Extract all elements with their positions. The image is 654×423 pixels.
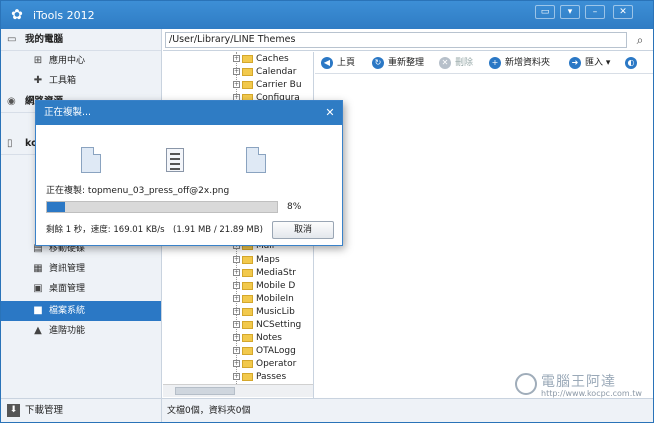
file-toolbar: ◀ 上頁 ↻ 重新整理 ✕ 刪除 + 新增資料夾 ➜ 匯入 ▾ ◐: [315, 52, 653, 74]
app-title: iTools 2012: [33, 9, 95, 22]
menu-button[interactable]: ▾: [560, 5, 580, 19]
copying-filename: topmenu_03_press_off@2x.png: [87, 186, 230, 196]
sidebar-item-info-mgmt[interactable]: ▦ 資訊管理: [1, 259, 161, 279]
source-file-icon: [81, 147, 101, 173]
tree-item[interactable]: + MusicLib: [233, 306, 313, 319]
download-icon: ⬇: [7, 404, 20, 417]
sidebar-group-mypc[interactable]: ▭ 我的電腦: [1, 29, 161, 51]
refresh-button[interactable]: ↻ 重新整理: [372, 56, 424, 70]
sidebar-item-desktop-mgmt[interactable]: ▣ 桌面管理: [1, 279, 161, 299]
tree-item[interactable]: + Caches: [233, 53, 313, 66]
transfer-info: 剩餘 1 秒，速度: 169.01 KB/s (1.91 MB / 21.89 …: [46, 225, 263, 235]
minimize-button[interactable]: –: [585, 5, 605, 19]
export-icon: ◐: [625, 56, 637, 69]
prev-button[interactable]: ◀ 上頁: [321, 56, 355, 70]
folder-icon: ■: [33, 305, 43, 316]
itools-logo-icon: ✿: [11, 7, 23, 23]
tree-item[interactable]: + Maps: [233, 254, 313, 267]
path-input[interactable]: /User/Library/LINE Themes: [165, 32, 627, 48]
new-folder-button[interactable]: + 新增資料夾: [489, 56, 550, 70]
tree-item[interactable]: + MediaStr: [233, 267, 313, 280]
path-bar: /User/Library/LINE Themes ⌕: [163, 29, 653, 51]
sidebar-item-toolbox[interactable]: ✚ 工具箱: [1, 71, 161, 91]
tree-item[interactable]: + Passes: [233, 371, 313, 384]
progress-bar: [46, 201, 278, 213]
copying-status: 正在複製: topmenu_03_press_off@2x.png: [46, 186, 230, 196]
tree-item[interactable]: + OTALogg: [233, 345, 313, 358]
delete-button[interactable]: ✕ 刪除: [439, 56, 473, 70]
title-bar: ✿ iTools 2012 ▭ ▾ – ✕: [1, 1, 653, 29]
import-button[interactable]: ➜ 匯入 ▾: [569, 56, 610, 70]
wrench-icon: ✚: [33, 75, 43, 86]
sidebar-item-app-center[interactable]: ⊞ 應用中心: [1, 51, 161, 71]
skin-button[interactable]: ▭: [535, 5, 555, 19]
tree-item[interactable]: + MobileIn: [233, 293, 313, 306]
export-button[interactable]: ◐: [625, 56, 641, 70]
desktop-icon: ▣: [33, 283, 43, 294]
kocpc-watermark: 電腦王阿達 http://www.kocpc.com.tw: [511, 371, 653, 401]
status-text: 文檔0個，資料夾0個: [167, 406, 251, 416]
scrollbar-thumb[interactable]: [175, 387, 235, 395]
computer-icon: ▭: [7, 34, 17, 45]
tree-item[interactable]: + Carrier Bu: [233, 79, 313, 92]
close-button[interactable]: ✕: [613, 5, 633, 19]
sidebar-item-file-system[interactable]: ■ 檔案系統: [1, 301, 161, 321]
tree-item[interactable]: + Mobile D: [233, 280, 313, 293]
import-icon: ➜: [569, 56, 581, 69]
search-icon[interactable]: ⌕: [631, 31, 649, 49]
globe-icon: ◉: [7, 96, 16, 107]
app-window: ✿ iTools 2012 ▭ ▾ – ✕ ▭ 我的電腦 ⊞ 應用中心 ✚ 工具…: [0, 0, 654, 423]
download-mgmt-button[interactable]: ⬇ 下載管理: [1, 399, 162, 422]
flask-icon: ▲: [34, 325, 42, 336]
horizontal-scrollbar[interactable]: [163, 384, 313, 397]
watermark-url: http://www.kocpc.com.tw: [541, 389, 642, 398]
dialog-close-icon[interactable]: ✕: [322, 105, 338, 121]
refresh-icon: ↻: [372, 56, 384, 69]
delete-icon: ✕: [439, 56, 451, 69]
progress-percent: 8%: [287, 202, 302, 212]
info-icon: ▦: [33, 263, 43, 274]
target-file-icon: [246, 147, 266, 173]
new-folder-icon: +: [489, 56, 501, 69]
tree-item[interactable]: + Calendar: [233, 66, 313, 79]
sidebar-item-advanced[interactable]: ▲ 進階功能: [1, 321, 161, 341]
copy-dialog: 正在複製... ✕ 正在複製: topmenu_03_press_off@2x.…: [35, 100, 343, 246]
watermark-text: 電腦王阿達: [541, 374, 616, 390]
bottom-bar: ⬇ 下載管理 文檔0個，資料夾0個: [1, 398, 653, 422]
progress-fill: [47, 202, 66, 212]
tree-item[interactable]: + Notes: [233, 332, 313, 345]
file-list-icon: [166, 148, 184, 172]
phone-icon: ▯: [7, 138, 13, 149]
arrow-left-icon: ◀: [321, 56, 333, 69]
kocpc-logo-icon: [515, 373, 537, 395]
dialog-title: 正在複製...: [36, 101, 342, 125]
cancel-button[interactable]: 取消: [272, 221, 334, 239]
tree-item[interactable]: + NCSetting: [233, 319, 313, 332]
tree-item[interactable]: + Operator: [233, 358, 313, 371]
grid-icon: ⊞: [33, 55, 43, 66]
